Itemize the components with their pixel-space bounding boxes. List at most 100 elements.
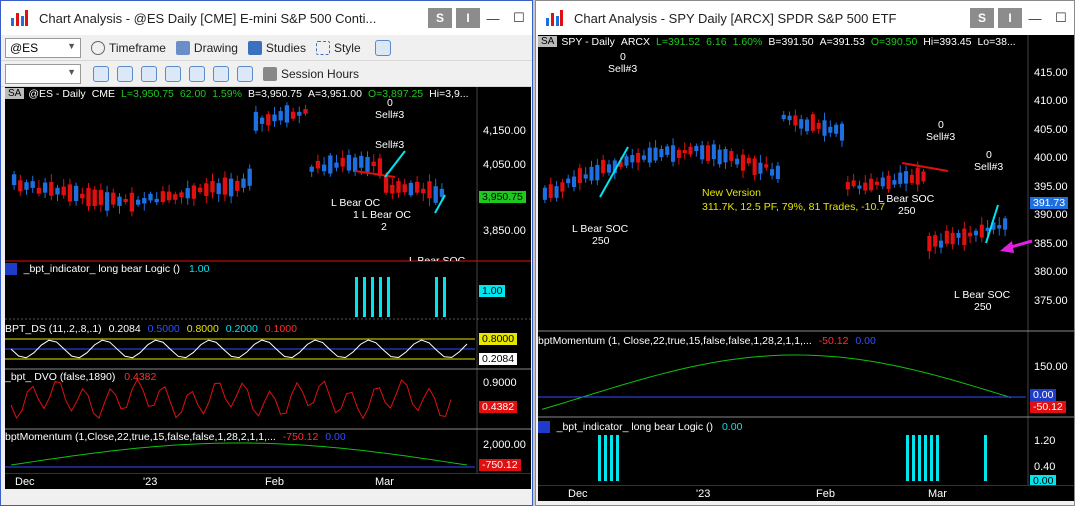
candle-body xyxy=(997,225,1002,229)
indicator-value-tag: 1.00 xyxy=(479,285,506,297)
candle-body xyxy=(554,186,559,198)
maximize-button[interactable]: ☐ xyxy=(506,10,532,26)
candle-body xyxy=(228,178,234,197)
candle-body xyxy=(938,240,944,248)
right-title-bar[interactable]: Chart Analysis - SPY Daily [ARCX] SPDR S… xyxy=(536,1,1074,35)
studies-button[interactable]: Studies xyxy=(247,40,306,55)
user-icon[interactable] xyxy=(237,65,253,82)
candle-body xyxy=(869,178,874,191)
candle-body xyxy=(915,168,920,185)
drawing-button[interactable]: Drawing xyxy=(175,40,238,55)
candle-body xyxy=(142,197,147,204)
candle-body xyxy=(259,117,265,124)
candle-body xyxy=(11,174,17,186)
left-chart-window: Chart Analysis - @ES Daily [CME] E-mini … xyxy=(0,0,533,506)
long-bear-soc-count: 250 xyxy=(974,301,992,313)
candle-body xyxy=(30,181,35,188)
left-toolbar-row-1: @ES ▼ Timeframe Drawing Studies Style xyxy=(1,35,532,61)
candle-body xyxy=(682,149,687,154)
left-title-bar[interactable]: Chart Analysis - @ES Daily [CME] E-mini … xyxy=(1,1,532,35)
candle-body xyxy=(816,122,821,129)
style-button[interactable]: Style xyxy=(315,40,361,55)
session-hours-button[interactable]: Session Hours xyxy=(263,66,359,81)
candle-body xyxy=(148,193,153,201)
candle-body xyxy=(571,176,577,188)
candle-body xyxy=(630,155,635,163)
candle-body xyxy=(321,164,327,172)
chevron-down-icon[interactable]: ▼ xyxy=(67,67,76,77)
symbol-input[interactable]: @ES ▼ xyxy=(5,37,81,58)
candle-body xyxy=(309,166,314,172)
long-bear-oc-count: 2 xyxy=(381,221,387,233)
layout-icon[interactable] xyxy=(374,39,391,56)
bpt-ds-value-tag: 0.2084 xyxy=(479,353,518,365)
momentum-value-tag: -50.12 xyxy=(1030,401,1066,413)
candle-body xyxy=(86,187,91,207)
candle-body xyxy=(284,105,290,123)
date-label: Feb xyxy=(265,476,284,488)
sell-signal-label: Sell#3 xyxy=(375,109,405,121)
zoom-icon[interactable] xyxy=(141,65,157,82)
candle-body xyxy=(36,187,42,194)
chart-style-icon[interactable] xyxy=(165,65,181,82)
style-icon xyxy=(315,40,330,55)
candle-body xyxy=(433,186,438,203)
price-axis-label: 385.00 xyxy=(1034,238,1068,250)
dvo-value-tag: 0.4382 xyxy=(479,401,518,413)
candle-body xyxy=(810,114,815,131)
candle-body xyxy=(210,180,215,193)
left-chart-area[interactable]: SA @ES - Daily CME L=3,950.75 62.00 1.59… xyxy=(5,87,531,489)
i-button[interactable]: I xyxy=(998,8,1022,28)
date-label: Feb xyxy=(816,488,835,500)
i-button[interactable]: I xyxy=(456,8,480,28)
signal-bar xyxy=(924,435,927,481)
minimize-button[interactable]: — xyxy=(1022,11,1048,26)
candle-body xyxy=(950,232,955,245)
right-chart-area[interactable]: SA SPY - Daily ARCX L=391.52 6.16 1.60% … xyxy=(538,35,1074,501)
session-icon xyxy=(263,66,277,81)
candle-body xyxy=(973,230,979,236)
candle-body xyxy=(352,157,358,172)
signal-bar xyxy=(435,277,438,317)
candle-body xyxy=(880,177,885,187)
last-price-tag: 3,950.75 xyxy=(479,191,526,203)
candle-body xyxy=(606,164,612,173)
s-button[interactable]: S xyxy=(970,8,994,28)
right-symbol-header: SA SPY - Daily ARCX L=391.52 6.16 1.60% … xyxy=(538,35,1016,48)
chart-app-icon xyxy=(544,8,564,28)
candle-body xyxy=(560,182,565,192)
settings-icon[interactable] xyxy=(117,65,133,82)
candle-body xyxy=(129,192,135,212)
candle-body xyxy=(752,158,757,175)
indicator-icon[interactable] xyxy=(189,65,205,82)
maximize-button[interactable]: ☐ xyxy=(1048,10,1074,26)
candle-body xyxy=(290,111,296,119)
refresh-icon[interactable] xyxy=(93,65,109,82)
candle-body xyxy=(845,182,850,190)
secondary-symbol-input[interactable]: ▼ xyxy=(5,63,81,84)
chart-app-icon xyxy=(9,8,29,28)
s-button[interactable]: S xyxy=(428,8,452,28)
strategy-icon[interactable] xyxy=(213,65,229,82)
candle-body xyxy=(641,155,646,160)
timeframe-button[interactable]: Timeframe xyxy=(91,40,166,55)
momentum-label: bptMomentum (1,Close,22,true,15,false,fa… xyxy=(5,431,346,443)
candle-body xyxy=(383,175,389,193)
signal-bar xyxy=(604,435,607,481)
highlight-arrowhead xyxy=(1000,241,1014,253)
candle-body xyxy=(898,172,903,184)
sell-signal-label: Sell#3 xyxy=(375,139,405,151)
new-version-label: New Version xyxy=(702,187,761,199)
candle-body xyxy=(328,155,333,174)
candle-body xyxy=(839,123,845,141)
momentum-value-tag: -750.12 xyxy=(479,459,521,471)
candle-body xyxy=(793,115,798,126)
candle-body xyxy=(705,145,711,161)
left-toolbar-row-2: ▼ Session Hours xyxy=(1,61,532,87)
candle-body xyxy=(944,230,949,244)
date-label: Dec xyxy=(568,488,588,500)
bpt-ds-label: BPT_DS (11,.2,.8,.1) 0.2084 0.5000 0.800… xyxy=(5,323,297,335)
chevron-down-icon[interactable]: ▼ xyxy=(67,41,76,51)
minimize-button[interactable]: — xyxy=(480,11,506,26)
date-axis: Dec '23 Feb Mar xyxy=(538,485,1074,501)
